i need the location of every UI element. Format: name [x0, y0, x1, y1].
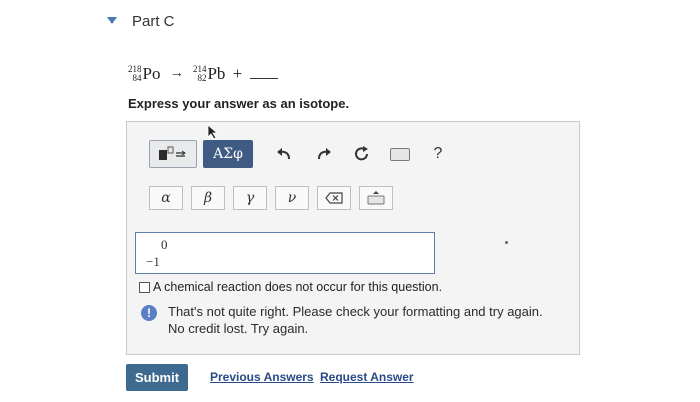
- symbol-toolbar: α β γ ν: [149, 186, 401, 210]
- alert-icon: !: [141, 305, 157, 321]
- undo-icon[interactable]: [273, 143, 295, 165]
- collapse-caret-icon[interactable]: [107, 17, 117, 24]
- feedback-line-2: No credit lost. Try again.: [168, 321, 309, 336]
- math-toolbar: ΑΣφ ?: [149, 140, 449, 168]
- greek-symbols-button[interactable]: ΑΣφ: [203, 140, 253, 168]
- part-title[interactable]: Part C: [132, 13, 175, 30]
- redo-icon[interactable]: [313, 143, 335, 165]
- product-isotope: 214 82 Pb: [193, 64, 225, 84]
- keyboard-toggle-button[interactable]: [359, 186, 393, 210]
- answer-input[interactable]: 0 −1: [135, 232, 435, 274]
- plus-sign: +: [232, 64, 243, 83]
- template-button[interactable]: [149, 140, 197, 168]
- beta-button[interactable]: β: [191, 186, 225, 210]
- keyboard-icon[interactable]: [389, 143, 411, 165]
- reactant-isotope: 218 84 Po: [128, 64, 160, 84]
- request-answer-link[interactable]: Request Answer: [320, 370, 414, 384]
- answer-panel: ΑΣφ ? α β γ ν 0 −1 A chemical reaction d…: [126, 121, 580, 355]
- submit-button[interactable]: Submit: [126, 364, 188, 391]
- no-reaction-option[interactable]: A chemical reaction does not occur for t…: [139, 280, 442, 294]
- instruction-text: Express your answer as an isotope.: [128, 96, 350, 111]
- answer-blank: [249, 64, 278, 79]
- previous-answers-link[interactable]: Previous Answers: [210, 370, 314, 384]
- backspace-button[interactable]: [317, 186, 351, 210]
- gamma-button[interactable]: γ: [233, 186, 267, 210]
- reset-icon[interactable]: [351, 143, 373, 165]
- template-icon: [159, 146, 186, 160]
- product-atomic-number: 82: [197, 73, 207, 83]
- no-reaction-checkbox[interactable]: [139, 281, 150, 293]
- backspace-icon: [325, 192, 343, 204]
- keyboard-toggle-icon: [367, 191, 385, 205]
- answer-atomic-number: −1: [146, 254, 160, 269]
- feedback-line-1: That's not quite right. Please check you…: [168, 304, 543, 319]
- nu-button[interactable]: ν: [275, 186, 309, 210]
- dot-marker: [505, 241, 508, 244]
- no-reaction-label: A chemical reaction does not occur for t…: [153, 280, 443, 294]
- feedback-message: ! That's not quite right. Please check y…: [141, 303, 543, 337]
- mouse-cursor-icon: [207, 124, 219, 140]
- product-symbol: Pb: [207, 64, 226, 83]
- reactant-atomic-number: 84: [132, 73, 142, 83]
- alpha-button[interactable]: α: [149, 186, 183, 210]
- reactant-symbol: Po: [142, 64, 161, 83]
- help-button[interactable]: ?: [427, 143, 449, 165]
- reaction-equation: 218 84 Po → 214 82 Pb +: [128, 64, 278, 94]
- answer-mass-number: 0: [161, 237, 168, 252]
- reaction-arrow: →: [169, 66, 184, 81]
